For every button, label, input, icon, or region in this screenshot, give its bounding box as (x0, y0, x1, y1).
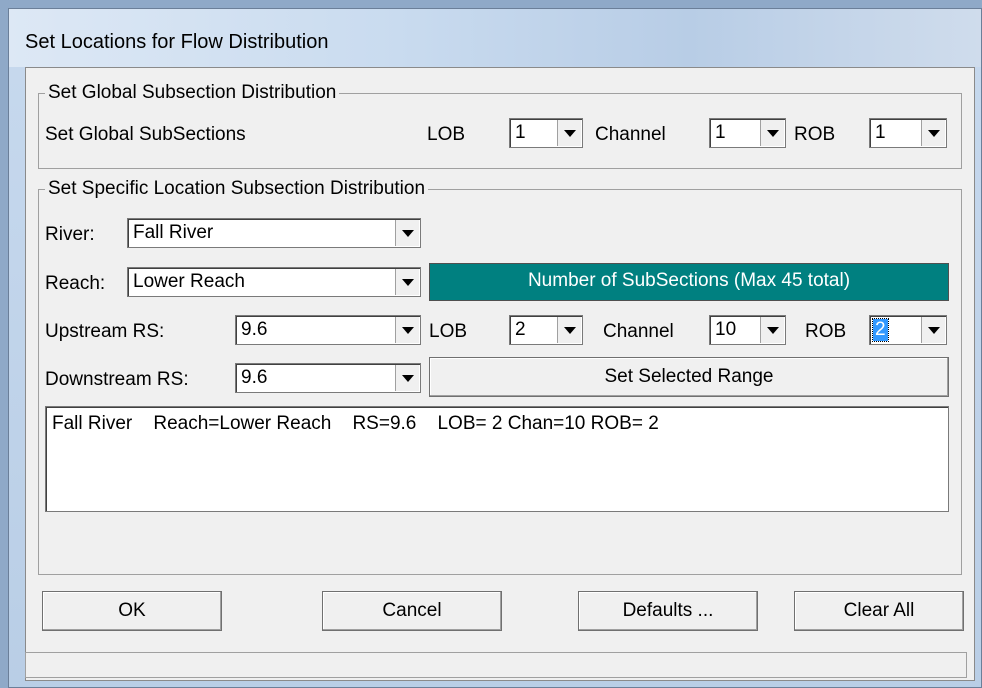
dialog-body: Set Global Subsection Distribution Set G… (25, 67, 975, 681)
downstream-rs-label: Downstream RS: (45, 369, 189, 390)
chevron-down-icon[interactable] (395, 220, 419, 246)
chevron-down-icon[interactable] (921, 120, 945, 146)
dialog-window: Set Locations for Flow Distribution Set … (8, 8, 982, 688)
list-item[interactable]: Fall River Reach=Lower Reach RS=9.6 LOB=… (52, 413, 659, 435)
list-rs: RS=9.6 (352, 413, 417, 434)
river-select[interactable]: Fall River (127, 218, 421, 248)
chevron-down-icon[interactable] (395, 317, 419, 343)
global-lob-value: 1 (515, 122, 526, 143)
specific-rob-select[interactable]: 2 (869, 315, 947, 345)
global-channel-label: Channel (595, 124, 666, 145)
specific-lob-select[interactable]: 2 (509, 315, 583, 345)
downstream-rs-value: 9.6 (241, 367, 268, 388)
location-list[interactable]: Fall River Reach=Lower Reach RS=9.6 LOB=… (45, 406, 949, 512)
global-group-label: Set Global Subsection Distribution (45, 82, 340, 104)
reach-value: Lower Reach (133, 271, 245, 292)
reach-select[interactable]: Lower Reach (127, 267, 421, 297)
chevron-down-icon[interactable] (395, 269, 419, 295)
upstream-rs-select[interactable]: 9.6 (235, 315, 421, 345)
global-rob-select[interactable]: 1 (869, 118, 947, 148)
upstream-rs-label: Upstream RS: (45, 321, 165, 342)
specific-channel-select[interactable]: 10 (709, 315, 786, 345)
downstream-rs-select[interactable]: 9.6 (235, 363, 421, 393)
specific-distribution-group: Set Specific Location Subsection Distrib… (38, 178, 962, 575)
ok-button[interactable]: OK (42, 591, 222, 631)
specific-channel-label: Channel (603, 321, 674, 342)
clear-all-button[interactable]: Clear All (794, 591, 964, 631)
window-title: Set Locations for Flow Distribution (25, 31, 329, 53)
upstream-rs-value: 9.6 (241, 319, 268, 340)
global-lob-label: LOB (427, 124, 466, 145)
set-selected-range-button[interactable]: Set Selected Range (429, 357, 949, 397)
chevron-down-icon[interactable] (760, 120, 784, 146)
list-reach: Reach=Lower Reach (153, 413, 332, 434)
global-rob-value: 1 (875, 122, 886, 143)
global-channel-value: 1 (715, 122, 726, 143)
title-bar[interactable]: Set Locations for Flow Distribution (9, 9, 981, 67)
cancel-button[interactable]: Cancel (322, 591, 502, 631)
global-channel-select[interactable]: 1 (709, 118, 786, 148)
chevron-down-icon[interactable] (557, 120, 581, 146)
specific-channel-value: 10 (715, 319, 737, 340)
specific-lob-label: LOB (429, 321, 468, 342)
river-value: Fall River (133, 222, 214, 243)
chevron-down-icon[interactable] (760, 317, 784, 343)
specific-rob-label: ROB (805, 321, 847, 342)
list-distribution: LOB= 2 Chan=10 ROB= 2 (437, 413, 659, 434)
status-bar (25, 652, 967, 678)
specific-lob-value: 2 (515, 319, 526, 340)
specific-group-label: Set Specific Location Subsection Distrib… (45, 178, 429, 200)
chevron-down-icon[interactable] (395, 365, 419, 391)
chevron-down-icon[interactable] (557, 317, 581, 343)
global-rob-label: ROB (794, 124, 836, 145)
specific-rob-value: 2 (872, 318, 889, 342)
river-label: River: (45, 224, 95, 245)
global-subsections-label: Set Global SubSections (45, 124, 246, 145)
global-lob-select[interactable]: 1 (509, 118, 583, 148)
list-river: Fall River (52, 413, 133, 434)
subsections-banner: Number of SubSections (Max 45 total) (429, 263, 949, 301)
reach-label: Reach: (45, 273, 106, 294)
defaults-button[interactable]: Defaults ... (578, 591, 758, 631)
chevron-down-icon[interactable] (921, 317, 945, 343)
global-distribution-group: Set Global Subsection Distribution Set G… (38, 82, 962, 169)
